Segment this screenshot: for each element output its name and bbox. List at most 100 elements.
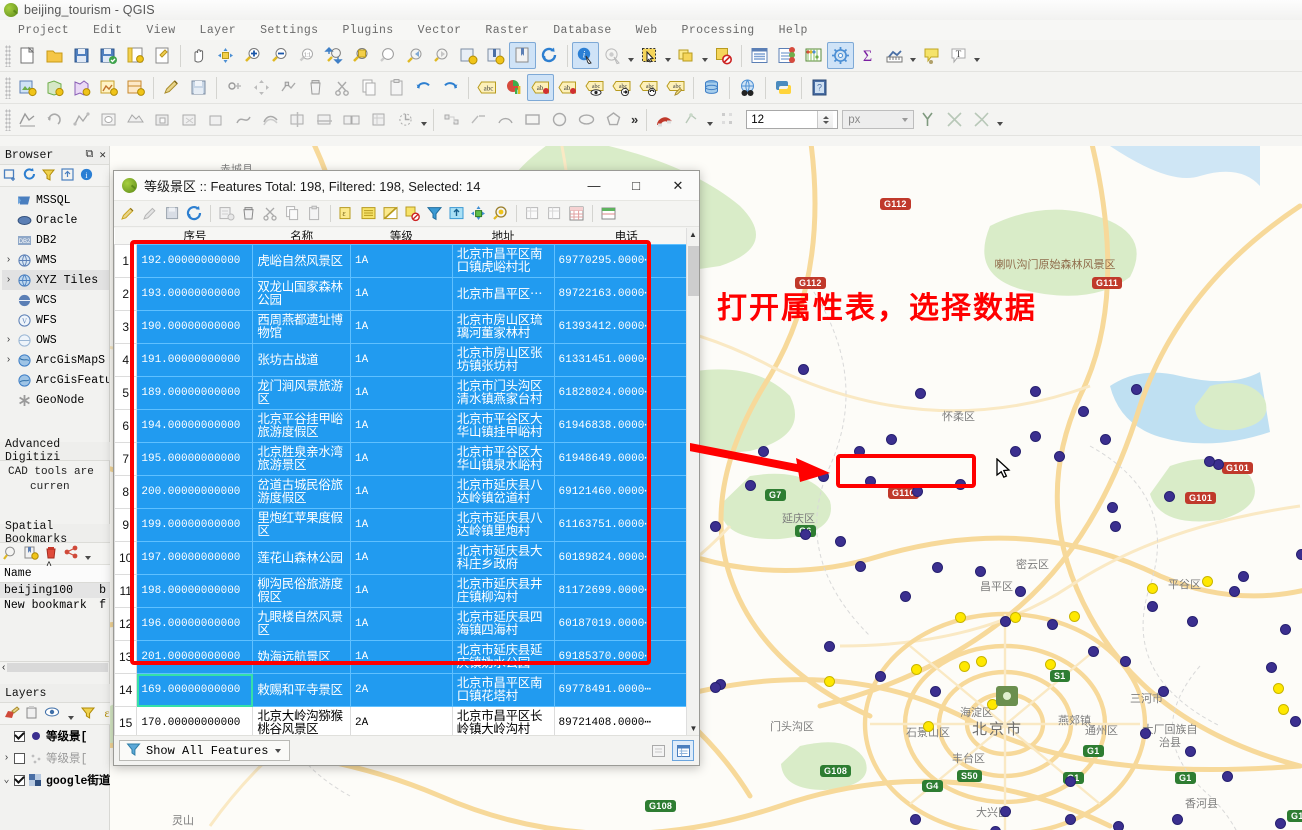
- identify-features-button[interactable]: i: [572, 42, 599, 69]
- select-vertex-tool-button[interactable]: [438, 106, 465, 133]
- vertex-tool-button[interactable]: [275, 74, 302, 101]
- chevron-down-icon[interactable]: [900, 110, 910, 129]
- merge-features-button[interactable]: [338, 106, 365, 133]
- stepper-up-icon[interactable]: [822, 115, 829, 119]
- new-spatialite-layer-button[interactable]: [68, 74, 95, 101]
- new-field-button[interactable]: [522, 203, 543, 224]
- field-calculator-button[interactable]: [773, 42, 800, 69]
- layer-visibility-checkbox[interactable]: [14, 730, 25, 742]
- collapse-chevron-icon[interactable]: ⌄: [2, 774, 11, 786]
- browser-item-arcgis-featureserver[interactable]: ArcGisFeatu: [2, 370, 109, 390]
- offset-curve-button[interactable]: [257, 106, 284, 133]
- browser-info-icon[interactable]: i: [79, 167, 94, 185]
- new-geopackage-layer-button[interactable]: [41, 74, 68, 101]
- add-bookmark-icon[interactable]: [23, 545, 39, 563]
- snapping-extra-dropdown-caret[interactable]: [995, 106, 1005, 133]
- help-button[interactable]: ?: [806, 74, 833, 101]
- select-by-expression-button[interactable]: [673, 42, 700, 69]
- select-by-expression-button[interactable]: ε: [336, 203, 357, 224]
- delete-field-button[interactable]: [544, 203, 565, 224]
- paste-features-button[interactable]: [304, 203, 325, 224]
- label-toolbar-abc-button[interactable]: abc: [473, 74, 500, 101]
- scroll-down-icon[interactable]: ▼: [687, 722, 700, 735]
- draw-circle-button[interactable]: [546, 106, 573, 133]
- delete-bookmark-icon[interactable]: [43, 545, 59, 563]
- delete-part-button[interactable]: [203, 106, 230, 133]
- scroll-left-icon[interactable]: ‹: [2, 662, 5, 673]
- move-selection-to-top-button[interactable]: [446, 203, 467, 224]
- bookmarks-horizontal-scrollbar[interactable]: ‹: [0, 661, 110, 673]
- menu-plugins[interactable]: Plugins: [330, 23, 405, 38]
- filter-features-button[interactable]: [424, 203, 445, 224]
- redo-button[interactable]: [437, 74, 464, 101]
- run-feature-action-button[interactable]: [599, 42, 626, 69]
- browser-item-wfs[interactable]: V WFS: [2, 310, 109, 330]
- add-feature-button[interactable]: [216, 203, 237, 224]
- chevron-down-icon[interactable]: [273, 744, 283, 758]
- menu-database[interactable]: Database: [541, 23, 623, 38]
- zoom-to-layer-button[interactable]: [374, 42, 401, 69]
- new-shapefile-layer-button[interactable]: [14, 74, 41, 101]
- form-view-button[interactable]: [647, 740, 669, 761]
- zoom-full-button[interactable]: [320, 42, 347, 69]
- menu-help[interactable]: Help: [767, 23, 820, 38]
- visibility-dropdown-caret[interactable]: [66, 700, 76, 727]
- browser-item-arcgis-mapserver[interactable]: › ArcGisMapS: [2, 350, 109, 370]
- draw-regular-polygon-button[interactable]: [600, 106, 627, 133]
- table-row[interactable]: 14 169.00000000000 敕赐和平寺景区 2A 北京市昌平区南口镇花塔村 69…: [114, 673, 699, 707]
- metasearch-button[interactable]: [734, 74, 761, 101]
- new-virtual-layer-button[interactable]: [95, 74, 122, 101]
- toggle-editing-button[interactable]: [118, 203, 139, 224]
- layer-row-google-street[interactable]: ⌄ google街道: [0, 769, 110, 791]
- save-layer-edits-button[interactable]: [185, 74, 212, 101]
- measure-line-button[interactable]: [881, 42, 908, 69]
- layer-visibility-checkbox[interactable]: [14, 774, 25, 786]
- expand-chevron-icon[interactable]: ›: [4, 275, 13, 286]
- zoom-to-bookmark-icon[interactable]: [3, 545, 19, 563]
- zoom-last-button[interactable]: [401, 42, 428, 69]
- new-map-view-button[interactable]: [455, 42, 482, 69]
- toolbar-grip[interactable]: [5, 76, 11, 99]
- expand-chevron-icon[interactable]: ›: [4, 255, 13, 266]
- menu-raster[interactable]: Raster: [473, 23, 541, 38]
- snapping-tolerance-stepper[interactable]: [746, 110, 839, 129]
- zoom-in-button[interactable]: [239, 42, 266, 69]
- rotate-point-symbols-button[interactable]: [392, 106, 419, 133]
- layout-manager-button[interactable]: [149, 42, 176, 69]
- undock-icon[interactable]: ⧉: [86, 149, 94, 161]
- measure-area-button[interactable]: [14, 106, 41, 133]
- open-layer-styling-icon[interactable]: [3, 705, 20, 723]
- add-ring-button[interactable]: [95, 106, 122, 133]
- deselect-features-button[interactable]: [710, 42, 737, 69]
- paste-features-button[interactable]: [383, 74, 410, 101]
- cut-features-button[interactable]: [329, 74, 356, 101]
- browser-item-db2[interactable]: DB2 DB2: [2, 230, 109, 250]
- expand-chevron-icon[interactable]: ›: [4, 335, 13, 346]
- scroll-up-icon[interactable]: ▲: [687, 228, 699, 241]
- fill-ring-button[interactable]: [149, 106, 176, 133]
- change-label-button[interactable]: abc: [662, 74, 689, 101]
- trim-extend-button[interactable]: [465, 106, 492, 133]
- browser-tree[interactable]: MSSQL Oracle DB2 DB2 › WMS › XYZ Tiles W…: [0, 187, 109, 410]
- menu-edit[interactable]: Edit: [81, 23, 134, 38]
- sum-button[interactable]: Σ: [854, 42, 881, 69]
- pan-map-to-selection-button[interactable]: [468, 203, 489, 224]
- table-row[interactable]: 15 170.00000000000 北京大岭沟猕猴桃谷风景区 2A 北京市昌平区长岭镇…: [114, 706, 699, 735]
- rotate-label-button[interactable]: abc: [635, 74, 662, 101]
- undo-button[interactable]: [410, 74, 437, 101]
- menu-view[interactable]: View: [134, 23, 187, 38]
- expand-chevron-icon[interactable]: ›: [2, 753, 11, 764]
- merge-attributes-button[interactable]: [365, 106, 392, 133]
- highlight-pinned-labels-button[interactable]: ab: [554, 74, 581, 101]
- stepper-down-icon[interactable]: [822, 120, 829, 124]
- snapping-dropdown-caret[interactable]: [705, 106, 715, 133]
- menu-layer[interactable]: Layer: [188, 23, 249, 38]
- zoom-native-button[interactable]: 1:1: [293, 42, 320, 69]
- deselect-all-button[interactable]: [402, 203, 423, 224]
- new-memory-layer-button[interactable]: [122, 74, 149, 101]
- circular-string-button[interactable]: [492, 106, 519, 133]
- toggle-editing-button[interactable]: [158, 74, 185, 101]
- layer-row-scenic-points[interactable]: 等级景[: [0, 725, 110, 747]
- map-tips-button[interactable]: [918, 42, 945, 69]
- browser-item-oracle[interactable]: Oracle: [2, 210, 109, 230]
